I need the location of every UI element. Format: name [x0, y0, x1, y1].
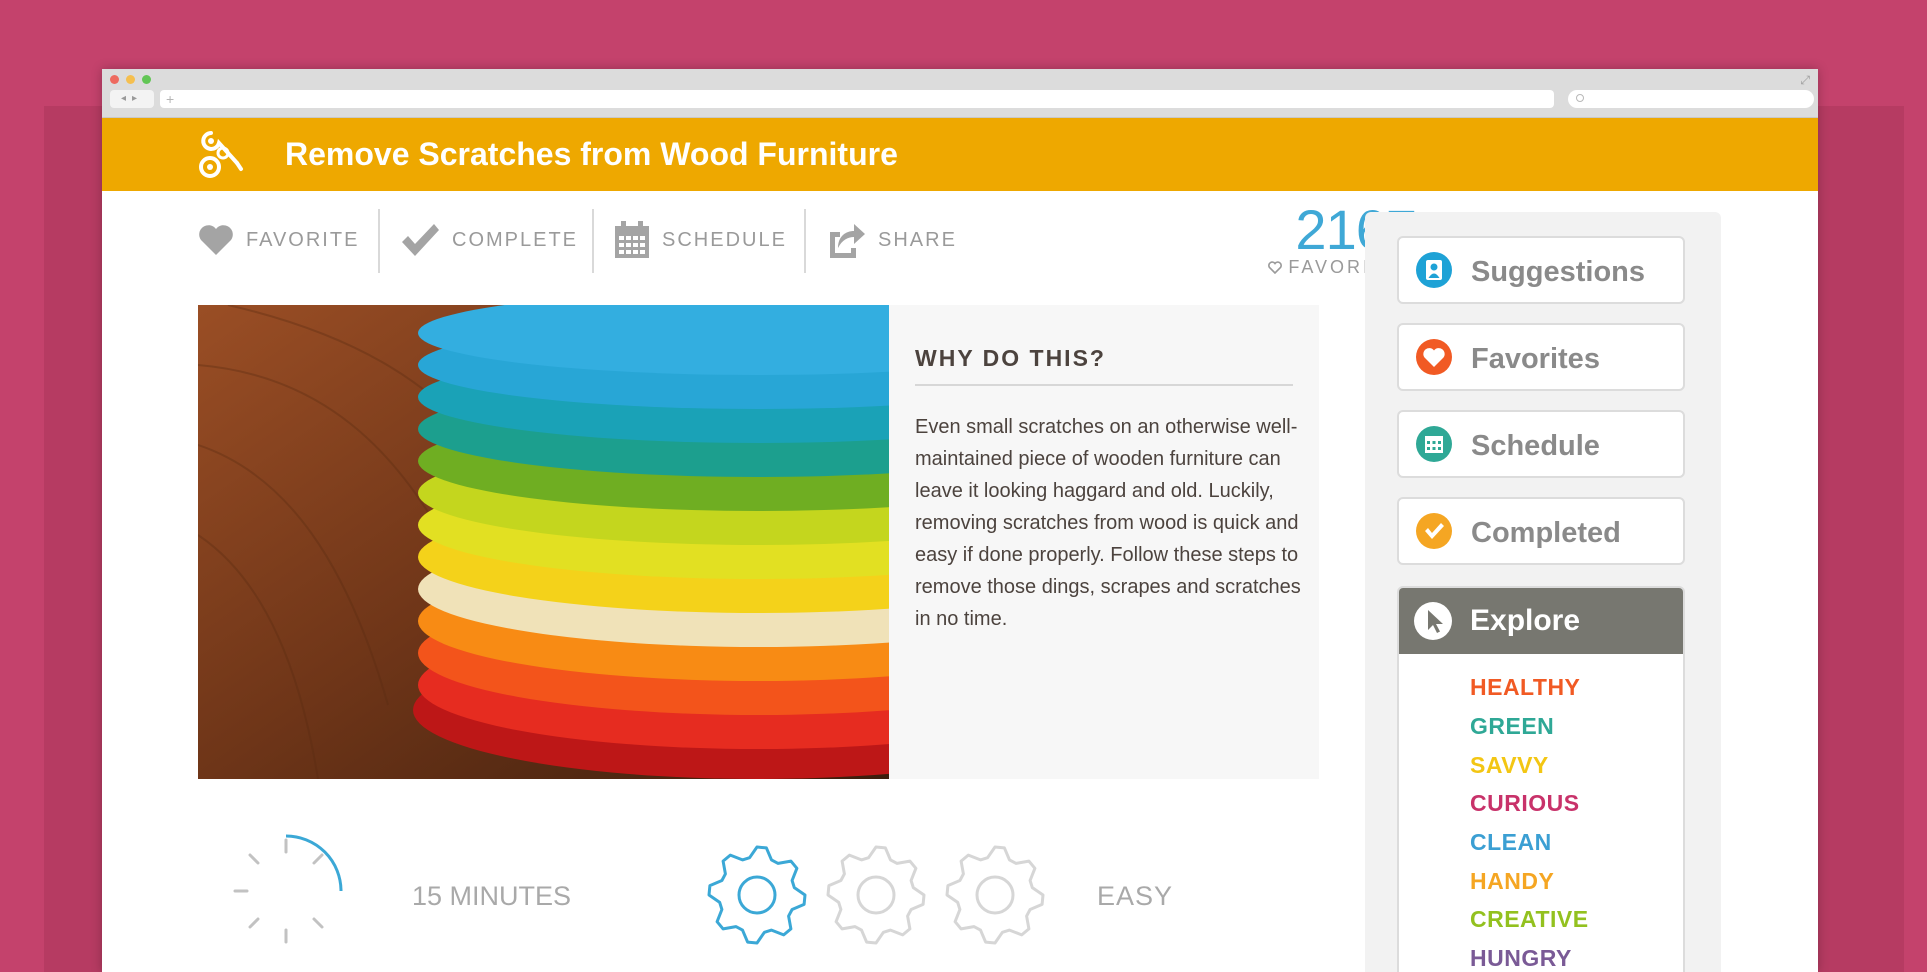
explore-panel: Explore HEALTHY GREEN SAVVY CURIOUS CLEA… — [1397, 586, 1685, 972]
explore-label: Explore — [1470, 604, 1581, 637]
zoom-window-button[interactable] — [142, 75, 151, 84]
explore-category-hungry[interactable]: HUNGRY — [1470, 945, 1572, 972]
share-icon — [830, 224, 865, 258]
schedule-button[interactable]: Schedule — [1397, 410, 1685, 478]
heart-icon — [199, 225, 233, 255]
wrench-and-gears-icon — [199, 131, 243, 178]
minimize-window-button[interactable] — [126, 75, 135, 84]
hero-photo-stacked-bowls — [198, 305, 889, 779]
share-action[interactable]: SHARE — [826, 209, 957, 271]
browser-window: ◂▸ + ⤢ Remove Scratches from Wood Furnit… — [102, 69, 1818, 972]
explore-category-curious[interactable]: CURIOUS — [1470, 790, 1580, 817]
divider — [378, 209, 380, 273]
heart-icon — [1416, 339, 1452, 375]
completed-button[interactable]: Completed — [1397, 497, 1685, 565]
favorite-label: FAVORITE — [246, 228, 360, 251]
checkmark-icon — [1416, 513, 1452, 549]
gear-icon-inactive — [826, 845, 926, 945]
clock-icon — [233, 834, 343, 944]
explore-category-healthy[interactable]: HEALTHY — [1470, 674, 1580, 701]
checkmark-icon — [402, 224, 439, 256]
gear-icon-active — [707, 845, 807, 945]
new-tab-icon[interactable]: + — [166, 90, 174, 108]
heart-outline-icon — [1268, 261, 1283, 275]
schedule-label: SCHEDULE — [662, 228, 787, 251]
suggestions-label: Suggestions — [1471, 256, 1646, 288]
address-bar[interactable]: + — [160, 90, 1554, 108]
page-header: Remove Scratches from Wood Furniture — [102, 118, 1818, 191]
fullscreen-icon[interactable]: ⤢ — [1800, 73, 1810, 88]
why-title: WHY DO THIS? — [915, 345, 1106, 371]
favorite-action[interactable]: FAVORITE — [198, 209, 359, 271]
explore-category-clean[interactable]: CLEAN — [1470, 829, 1552, 856]
explore-category-green[interactable]: GREEN — [1470, 713, 1554, 740]
why-description: Even small scratches on an otherwise wel… — [915, 416, 1301, 630]
share-label: SHARE — [878, 228, 957, 251]
browser-search-field[interactable] — [1568, 90, 1814, 108]
favorites-label: Favorites — [1471, 343, 1600, 375]
difficulty-label: EASY — [1097, 881, 1174, 911]
explore-header[interactable]: Explore — [1399, 588, 1683, 654]
browser-chrome: ◂▸ + ⤢ — [102, 69, 1818, 118]
explore-category-savvy[interactable]: SAVVY — [1470, 752, 1549, 779]
calendar-icon — [615, 221, 649, 258]
gear-icon-inactive — [945, 845, 1045, 945]
person-icon — [1416, 252, 1452, 288]
page-title: Remove Scratches from Wood Furniture — [285, 136, 898, 172]
completed-label: Completed — [1471, 517, 1621, 549]
schedule-action[interactable]: SCHEDULE — [614, 209, 787, 271]
calendar-icon — [1416, 426, 1452, 462]
divider — [915, 384, 1293, 386]
divider — [804, 209, 806, 273]
close-window-button[interactable] — [110, 75, 119, 84]
divider — [592, 209, 594, 273]
suggestions-button[interactable]: Suggestions — [1397, 236, 1685, 304]
favorites-button[interactable]: Favorites — [1397, 323, 1685, 391]
cursor-icon — [1414, 602, 1452, 640]
back-forward-buttons[interactable]: ◂▸ — [110, 90, 154, 108]
schedule-label: Schedule — [1471, 430, 1600, 462]
explore-category-handy[interactable]: HANDY — [1470, 868, 1554, 895]
complete-label: COMPLETE — [452, 228, 579, 251]
time-estimate: 15 MINUTES — [412, 881, 572, 911]
search-icon — [1576, 94, 1584, 102]
why-panel: WHY DO THIS? Even small scratches on an … — [889, 305, 1319, 779]
sidebar: Suggestions Favorites Schedule Completed — [1365, 212, 1721, 972]
complete-action[interactable]: COMPLETE — [400, 209, 578, 271]
explore-category-creative[interactable]: CREATIVE — [1470, 906, 1589, 933]
